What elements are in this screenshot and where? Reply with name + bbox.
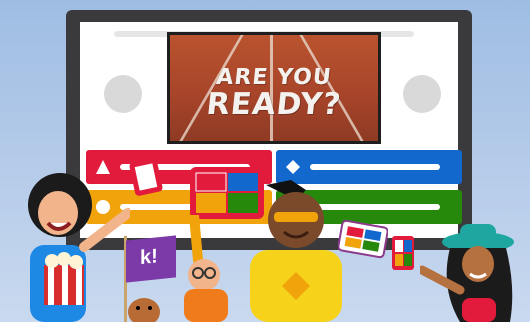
answers-count-placeholder-circle	[403, 75, 441, 113]
character-woman-hat	[420, 224, 514, 322]
timer-placeholder-circle	[104, 75, 142, 113]
phone-red	[129, 158, 163, 196]
diamond-icon	[286, 160, 300, 174]
kahoot-flag: k!	[126, 235, 176, 283]
image-text-line-2: READY?	[204, 87, 344, 122]
illustration: ARE YOU READY? k!	[0, 0, 530, 322]
answer-tile-blue	[276, 150, 462, 184]
character-popcorn-girl	[28, 173, 130, 322]
phone-with-answers	[338, 220, 388, 259]
kahoot-logo-text: k!	[140, 245, 158, 270]
phone-vertical	[392, 236, 414, 270]
question-image: ARE YOU READY?	[170, 35, 378, 141]
character-beaver	[128, 298, 160, 322]
answer-text-placeholder	[310, 164, 440, 170]
